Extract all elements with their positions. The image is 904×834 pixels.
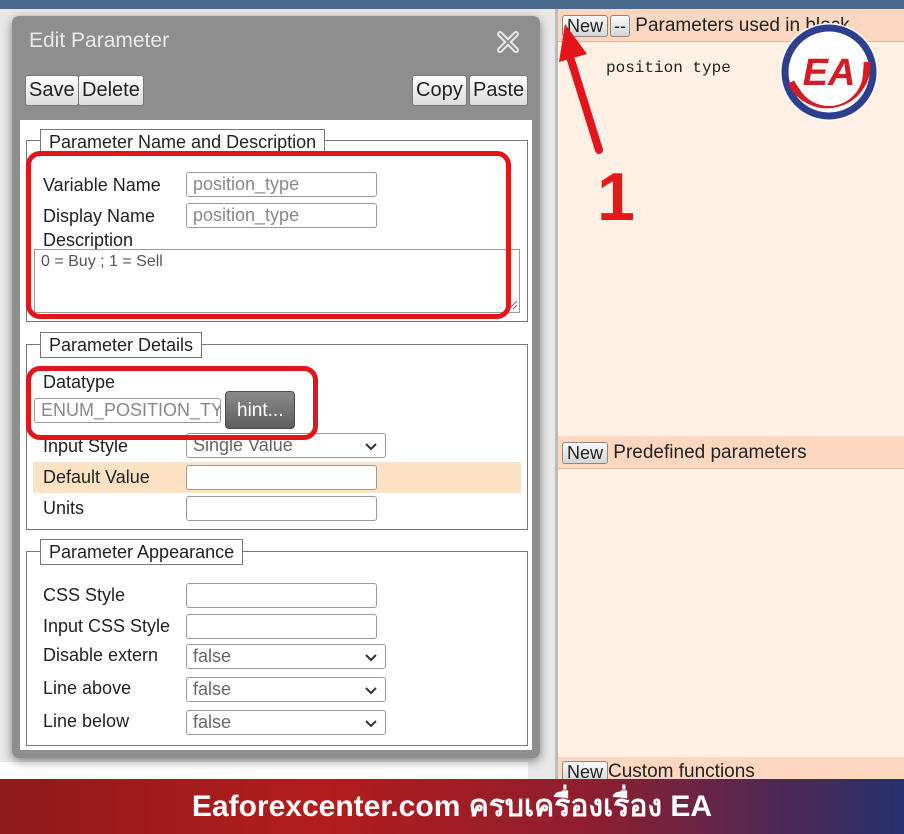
- units-input[interactable]: [186, 496, 377, 521]
- chevron-down-icon: [365, 443, 377, 451]
- close-icon[interactable]: [495, 29, 521, 55]
- annotation-arrow-icon: [559, 24, 603, 154]
- parameter-details-legend: Parameter Details: [40, 332, 203, 358]
- default-value-input[interactable]: [186, 465, 377, 490]
- line-below-label: Line below: [43, 711, 130, 731]
- chevron-down-icon: [365, 720, 377, 728]
- paste-button[interactable]: Paste: [469, 75, 529, 106]
- predefined-parameters-header: New Predefined parameters: [558, 436, 904, 469]
- logo-text: EA: [803, 52, 856, 94]
- css-style-input[interactable]: [186, 583, 377, 608]
- predefined-parameters-panel: New Predefined parameters: [558, 436, 904, 757]
- annotation-highlight-name: [26, 151, 511, 319]
- top-bar: [0, 0, 904, 9]
- disable-extern-value: false: [193, 646, 232, 666]
- line-below-value: false: [193, 712, 232, 732]
- annotation-highlight-datatype: [26, 366, 318, 440]
- default-value-label: Default Value: [43, 467, 150, 487]
- line-above-label: Line above: [43, 678, 132, 698]
- input-css-style-input[interactable]: [186, 614, 377, 639]
- css-style-label: CSS Style: [43, 585, 126, 605]
- units-label: Units: [43, 498, 85, 518]
- ea-logo: EA: [780, 23, 878, 121]
- copy-button[interactable]: Copy: [412, 75, 467, 106]
- save-button[interactable]: Save: [25, 75, 79, 106]
- chevron-down-icon: [365, 654, 377, 662]
- annotation-number: 1: [597, 159, 635, 235]
- line-below-select[interactable]: false: [186, 710, 386, 735]
- disable-extern-select[interactable]: false: [186, 644, 386, 669]
- line-above-value: false: [193, 679, 232, 699]
- footer-banner: Eaforexcenter.com ครบเครื่องเรื่อง EA: [0, 779, 904, 834]
- parameter-list-item[interactable]: position type: [606, 59, 731, 77]
- delete-button[interactable]: Delete: [78, 75, 144, 106]
- line-above-select[interactable]: false: [186, 677, 386, 702]
- new-predefined-button[interactable]: New: [562, 441, 609, 464]
- chevron-down-icon: [365, 687, 377, 695]
- parameter-appearance-legend: Parameter Appearance: [40, 539, 244, 565]
- dialog-title: Edit Parameter: [29, 29, 170, 52]
- input-css-style-label: Input CSS Style: [43, 616, 171, 636]
- predefined-parameters-title: Predefined parameters: [613, 442, 807, 463]
- disable-extern-label: Disable extern: [43, 645, 159, 665]
